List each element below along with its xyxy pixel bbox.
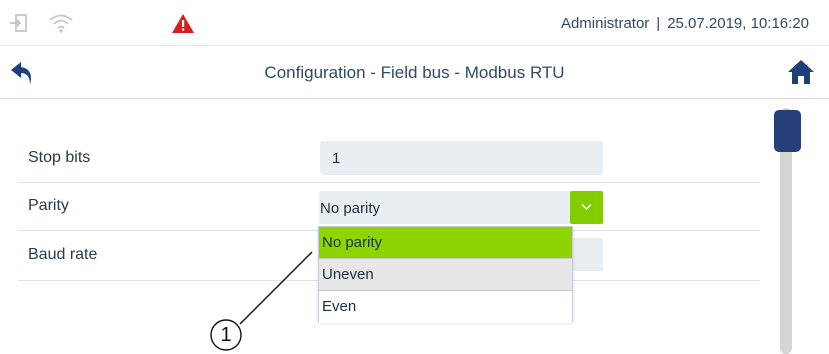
stop-bits-input[interactable]: 1 (320, 141, 603, 175)
dropdown-option-even[interactable]: Even (319, 291, 572, 323)
parity-select-value: No parity (320, 200, 381, 217)
dropdown-option-no-parity[interactable]: No parity (319, 227, 572, 259)
login-icon (8, 12, 32, 36)
dropdown-option-uneven[interactable]: Uneven (319, 259, 572, 291)
status-bar: Administrator | 25.07.2019, 10:16:20 (0, 0, 829, 46)
status-separator: | (656, 15, 661, 32)
baud-rate-label: Baud rate (28, 246, 98, 263)
parity-dropdown-list: No parity Uneven Even (318, 226, 573, 323)
chevron-down-icon (581, 203, 592, 211)
status-info: Administrator | 25.07.2019, 10:16:20 (561, 15, 809, 32)
scrollbar-thumb[interactable] (774, 110, 801, 152)
user-name: Administrator (560, 15, 650, 32)
callout-number: 1 (220, 324, 232, 346)
parity-select[interactable]: No parity (319, 191, 603, 224)
dropdown-toggle-button[interactable] (570, 191, 603, 224)
home-icon[interactable] (787, 59, 817, 87)
stop-bits-label: Stop bits (28, 149, 91, 166)
baud-rate-select[interactable] (572, 238, 603, 271)
page-title: Configuration - Field bus - Modbus RTU (264, 63, 565, 82)
wifi-icon (48, 12, 73, 36)
warning-icon[interactable] (171, 13, 195, 37)
parity-label: Parity (28, 197, 69, 214)
title-bar: Configuration - Field bus - Modbus RTU (0, 47, 829, 99)
datetime: 25.07.2019, 10:16:20 (667, 15, 809, 32)
